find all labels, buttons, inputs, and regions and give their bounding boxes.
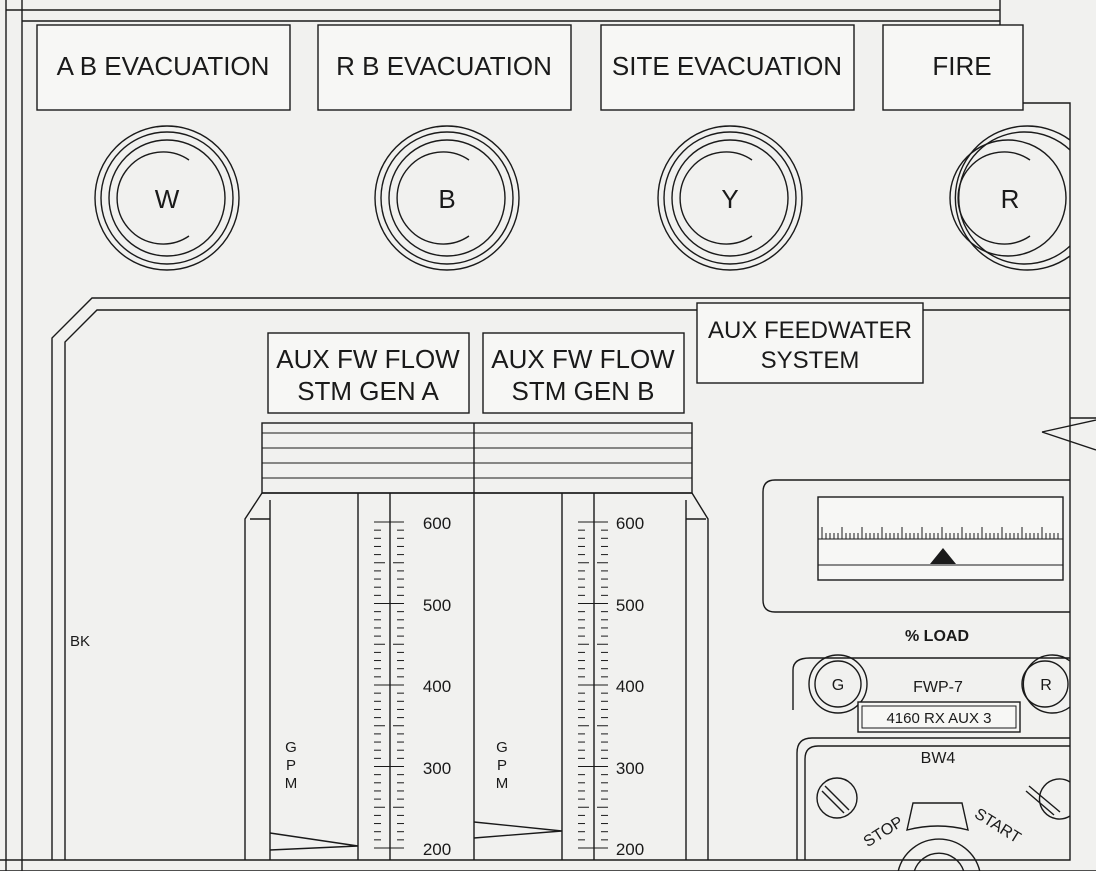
alarm-label-rb-evacuation: R B EVACUATION (317, 24, 572, 111)
meter-b-scale-label: 300 (616, 759, 644, 778)
svg-text:4160 RX AUX 3: 4160 RX AUX 3 (886, 710, 991, 727)
meter-b-label: AUX FW FLOW STM GEN B (482, 332, 685, 414)
meter-a-scale-label: 600 (423, 514, 451, 533)
load-meter-housing (762, 479, 1070, 613)
mounting-screw-left (816, 777, 858, 819)
aux-feedwater-system-label: AUX FEEDWATER SYSTEM (696, 302, 924, 384)
switch-stop-label: STOP (861, 814, 907, 851)
gpm-unit-letter: M (285, 775, 298, 792)
svg-text:STM GEN A: STM GEN A (297, 376, 439, 406)
panel-frame (0, 0, 1096, 871)
load-label: % LOAD (905, 628, 969, 645)
svg-text:B: B (438, 184, 455, 214)
meter-a-scale-ticks (374, 521, 404, 849)
svg-text:AUX FW FLOW: AUX FW FLOW (491, 344, 675, 374)
meter-b-scale-ticks (578, 521, 608, 849)
svg-text:R: R (1001, 184, 1020, 214)
pump-red-light[interactable]: R (1021, 654, 1071, 714)
meter-b-scale-label: 500 (616, 596, 644, 615)
meter-a-scale-label: 200 (423, 840, 451, 859)
alarm-label-site-evacuation: SITE EVACUATION (600, 24, 855, 111)
switch-start-label: START (971, 805, 1023, 847)
svg-text:SITE EVACUATION: SITE EVACUATION (612, 51, 842, 81)
flow-meter-bezel (244, 422, 709, 860)
meter-b-scale-label: 600 (616, 514, 644, 533)
svg-text:FIRE: FIRE (932, 51, 991, 81)
svg-text:W: W (155, 184, 180, 214)
alarm-label-ab-evacuation: A B EVACUATION (36, 24, 291, 111)
bk-label: BK (70, 633, 90, 650)
meter-a-scale-label: 400 (423, 677, 451, 696)
svg-text:STM GEN B: STM GEN B (511, 376, 654, 406)
indicator-light-yellow[interactable]: Y (657, 125, 803, 271)
svg-text:A B EVACUATION: A B EVACUATION (57, 51, 270, 81)
meter-b-scale-label: 400 (616, 677, 644, 696)
svg-text:R: R (1040, 677, 1052, 694)
pump-breaker-tag: 4160 RX AUX 3 (857, 701, 1021, 733)
meter-a-pointer (269, 832, 359, 851)
gpm-unit-letter: G (496, 739, 508, 756)
pump-label: FWP-7 (913, 679, 963, 696)
meter-a-scale-label: 300 (423, 759, 451, 778)
svg-text:Y: Y (721, 184, 738, 214)
gpm-unit-letter: P (286, 757, 296, 774)
svg-text:G: G (832, 677, 844, 694)
control-panel-drawing: A B EVACUATION R B EVACUATION SITE EVACU… (0, 0, 1096, 871)
indicator-light-white[interactable]: W (94, 125, 240, 271)
mounting-screw-right (1025, 778, 1071, 820)
flow-meter-a: 600 500 400 300 200 G P M (269, 493, 475, 860)
control-switch-handle[interactable] (897, 802, 981, 871)
indicator-light-red[interactable]: R (949, 125, 1071, 271)
alarm-label-fire: FIRE (882, 24, 1024, 111)
meter-b-scale-label: 200 (616, 840, 644, 859)
switch-label: BW4 (921, 750, 956, 767)
gpm-unit-letter: G (285, 739, 297, 756)
svg-text:R B EVACUATION: R B EVACUATION (336, 51, 552, 81)
gpm-unit-letter: P (497, 757, 507, 774)
gpm-unit-letter: M (496, 775, 509, 792)
meter-b-pointer (473, 821, 563, 839)
indicator-light-blue[interactable]: B (374, 125, 520, 271)
meter-a-label: AUX FW FLOW STM GEN A (267, 332, 470, 414)
svg-text:SYSTEM: SYSTEM (761, 347, 860, 374)
svg-text:AUX FW FLOW: AUX FW FLOW (276, 344, 460, 374)
meter-a-scale-label: 500 (423, 596, 451, 615)
flow-meter-b: 600 500 400 300 200 G P M (473, 493, 644, 860)
svg-text:AUX FEEDWATER: AUX FEEDWATER (708, 317, 912, 344)
